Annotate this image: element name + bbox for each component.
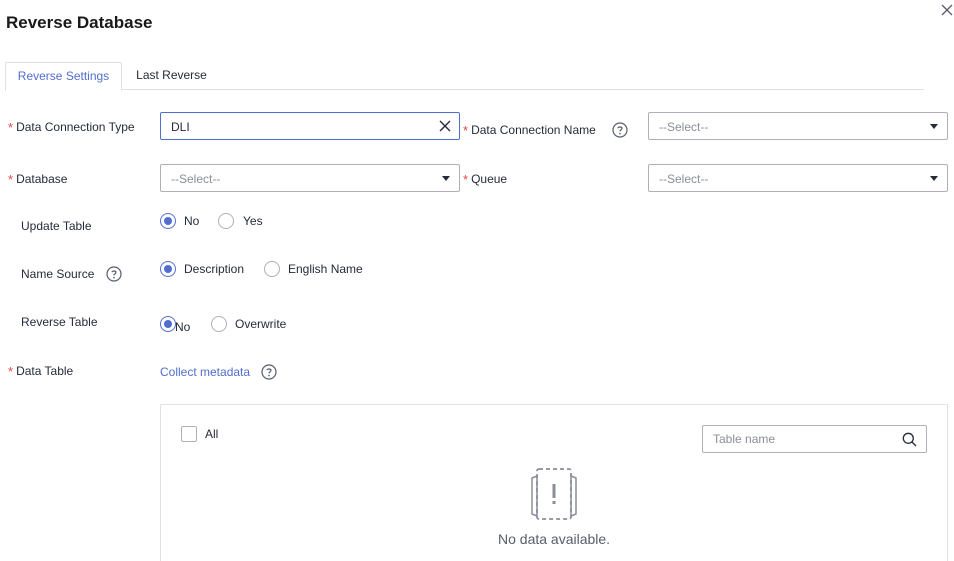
tab-bar: Reverse Settings Last Reverse — [5, 62, 924, 91]
data-table-label: * Data Table — [8, 364, 74, 379]
name-source-label: Name Source — [21, 267, 95, 281]
queue-placeholder: --Select-- — [659, 172, 709, 186]
search-icon[interactable] — [902, 432, 917, 447]
data-connection-type-label: * Data Connection Type — [8, 120, 135, 135]
name-source-radio-group: Description English Name — [160, 261, 420, 279]
clear-icon[interactable] — [438, 119, 452, 133]
reverse-table-label: Reverse Table — [21, 315, 98, 329]
data-connection-name-select[interactable]: --Select-- — [648, 112, 948, 140]
data-connection-type-select[interactable]: DLI — [160, 112, 460, 140]
table-selection-panel: All No data available. — [160, 404, 948, 561]
database-select[interactable]: --Select-- — [160, 164, 460, 192]
close-icon[interactable] — [938, 1, 954, 19]
empty-state-text: No data available. — [498, 531, 611, 547]
database-placeholder: --Select-- — [171, 172, 221, 186]
update-table-label: Update Table — [21, 219, 92, 233]
data-connection-name-label: * Data Connection Name — [463, 123, 596, 138]
reverse-table-overwrite-radio[interactable] — [211, 316, 227, 332]
select-all-label: All — [205, 427, 219, 441]
required-mark: * — [8, 120, 14, 135]
chevron-down-icon — [930, 176, 938, 181]
update-table-no-label: No — [184, 214, 200, 228]
required-mark: * — [463, 123, 469, 138]
tab-last-reverse[interactable]: Last Reverse — [122, 62, 221, 91]
dialog-title: Reverse Database — [6, 13, 153, 32]
database-label: * Database — [8, 172, 68, 187]
select-all-checkbox[interactable] — [181, 426, 197, 442]
update-table-no-radio[interactable] — [160, 213, 176, 229]
update-table-radio-group: No Yes — [160, 213, 360, 231]
queue-label: * Queue — [463, 172, 508, 187]
required-mark: * — [463, 172, 469, 187]
table-name-search — [702, 425, 927, 453]
name-source-description-radio[interactable] — [160, 261, 176, 277]
help-icon[interactable] — [612, 122, 628, 138]
reverse-table-no-label: No — [175, 320, 191, 334]
name-source-english-name-label: English Name — [288, 262, 363, 276]
name-source-english-name-radio[interactable] — [264, 261, 280, 277]
update-table-yes-label: Yes — [243, 214, 263, 228]
help-icon[interactable] — [106, 266, 122, 282]
update-table-yes-radio[interactable] — [218, 213, 234, 229]
chevron-down-icon — [442, 176, 450, 181]
reverse-table-overwrite-label: Overwrite — [235, 317, 287, 331]
required-mark: * — [8, 364, 14, 379]
queue-select[interactable]: --Select-- — [648, 164, 948, 192]
reverse-table-no-radio[interactable] — [160, 316, 176, 332]
empty-data-icon — [531, 468, 577, 520]
data-connection-type-value: DLI — [171, 120, 190, 134]
data-connection-name-placeholder: --Select-- — [659, 120, 709, 134]
required-mark: * — [8, 172, 14, 187]
tab-reverse-settings[interactable]: Reverse Settings — [5, 62, 122, 91]
chevron-down-icon — [930, 124, 938, 129]
reverse-table-radio-group: No Overwrite — [160, 316, 360, 334]
table-name-search-input[interactable] — [703, 426, 893, 452]
name-source-description-label: Description — [184, 262, 245, 276]
help-icon[interactable] — [261, 364, 277, 380]
collect-metadata-link[interactable]: Collect metadata — [160, 365, 250, 379]
